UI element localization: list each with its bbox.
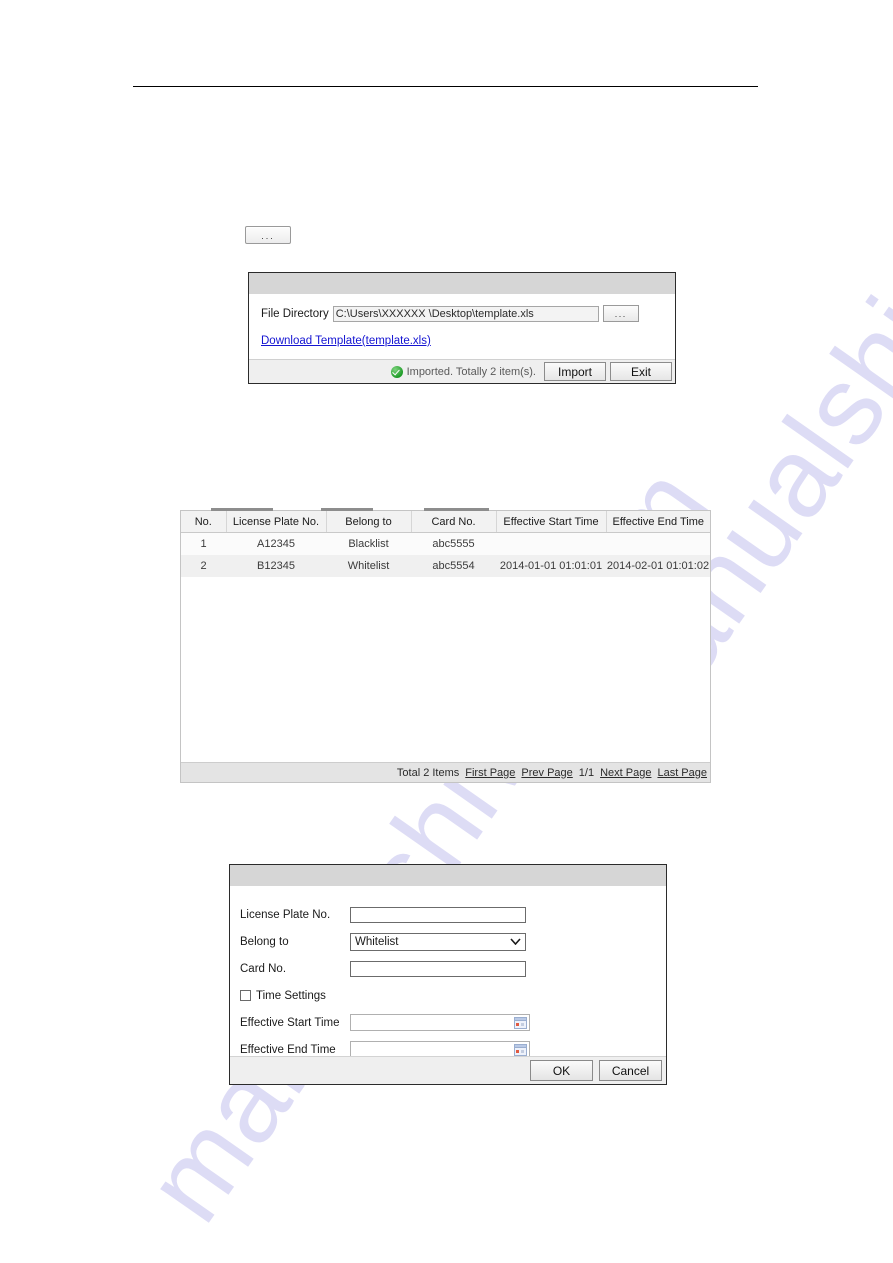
effective-start-input[interactable] [350,1014,530,1031]
time-settings-label: Time Settings [256,989,326,1002]
cell-end-time [606,532,710,555]
plate-list-panel: No. License Plate No. Belong to Card No.… [180,508,711,783]
cell-card: abc5554 [411,555,496,577]
cell-belong: Whitelist [326,555,411,577]
column-header-plate[interactable]: License Plate No. [226,511,327,533]
belong-to-select[interactable]: Whitelist [350,932,526,951]
column-resize-handles [181,508,710,511]
success-check-icon [390,365,403,378]
file-browse-button[interactable]: ... [602,305,639,322]
card-no-row: Card No. [230,955,666,982]
card-no-label: Card No. [240,962,287,975]
last-page-link[interactable]: Last Page [657,767,707,779]
calendar-icon[interactable] [514,1016,527,1029]
plate-table: No. License Plate No. Belong to Card No.… [181,511,710,577]
cancel-button[interactable]: Cancel [599,1060,662,1081]
table-row[interactable]: 2 B12345 Whitelist abc5554 2014-01-01 01… [181,555,710,577]
belong-to-row: Belong to Whitelist [230,928,666,955]
table-header-row: No. License Plate No. Belong to Card No.… [181,511,710,533]
table-row[interactable]: 1 A12345 Blacklist abc5555 [181,532,710,555]
belong-to-label: Belong to [240,935,289,948]
pagination-bar: Total 2 Items First Page Prev Page 1/1 N… [181,762,710,782]
effective-end-label: Effective End Time [240,1043,336,1056]
import-dialog-titlebar [249,273,675,295]
column-header-no[interactable]: No. [181,511,227,533]
file-directory-row: File Directory ... [261,305,663,322]
cell-end-time: 2014-02-01 01:01:02 [606,555,710,577]
effective-start-label: Effective Start Time [240,1016,340,1029]
ok-button[interactable]: OK [530,1060,593,1081]
cell-start-time [496,532,606,555]
chevron-down-icon [510,938,521,945]
import-button[interactable]: Import [544,362,606,381]
time-settings-checkbox[interactable] [240,990,251,1001]
license-plate-input[interactable] [350,906,526,923]
ellipsis-browse-button[interactable]: ... [245,226,291,244]
belong-to-selected-value: Whitelist [355,935,399,948]
column-resize-handle[interactable] [424,508,489,511]
calendar-icon[interactable] [514,1043,527,1056]
download-template-link[interactable]: Download Template(template.xls) [261,335,431,347]
cell-card: abc5555 [411,532,496,555]
file-directory-label: File Directory [261,307,329,320]
time-settings-row[interactable]: Time Settings [230,982,666,1009]
import-status: Imported. Totally 2 item(s). [390,365,536,378]
edit-dialog-footer: OK Cancel [230,1056,666,1084]
import-dialog-body: File Directory ... Download Template(tem… [249,295,675,361]
page-header-rule [133,86,758,87]
file-directory-input[interactable] [332,305,599,322]
prev-page-link[interactable]: Prev Page [521,767,572,779]
edit-dialog-body: License Plate No. Belong to Whitelist Ca… [230,887,666,1059]
total-items-label: Total 2 Items [396,766,460,779]
license-plate-label: License Plate No. [240,908,331,921]
cell-start-time: 2014-01-01 01:01:01 [496,555,606,577]
edit-dialog-titlebar [230,865,666,887]
first-page-link[interactable]: First Page [465,767,515,779]
import-status-text: Imported. Totally 2 item(s). [406,365,536,378]
cell-no: 1 [181,532,226,555]
exit-button[interactable]: Exit [610,362,672,381]
card-no-input[interactable] [350,960,526,977]
page-indicator: 1/1 [578,766,595,779]
import-dialog-footer: Imported. Totally 2 item(s). Import Exit [249,359,675,383]
column-header-end-time[interactable]: Effective End Time [606,511,710,533]
license-plate-row: License Plate No. [230,901,666,928]
cell-no: 2 [181,555,226,577]
effective-start-row: Effective Start Time [230,1009,666,1036]
cell-plate: B12345 [226,555,326,577]
column-header-card[interactable]: Card No. [411,511,497,533]
column-resize-handle[interactable] [211,508,273,511]
plate-edit-dialog: License Plate No. Belong to Whitelist Ca… [229,864,667,1085]
next-page-link[interactable]: Next Page [600,767,651,779]
cell-plate: A12345 [226,532,326,555]
cell-belong: Blacklist [326,532,411,555]
import-dialog: File Directory ... Download Template(tem… [248,272,676,384]
column-resize-handle[interactable] [321,508,373,511]
column-header-belong[interactable]: Belong to [326,511,412,533]
column-header-start-time[interactable]: Effective Start Time [496,511,607,533]
